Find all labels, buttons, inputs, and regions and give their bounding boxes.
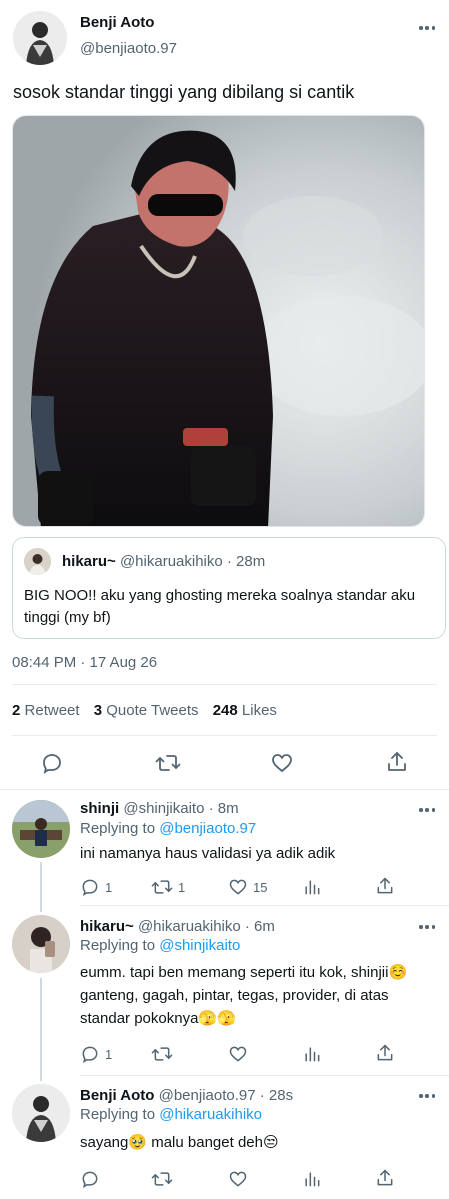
- reply-button[interactable]: 1: [80, 877, 112, 897]
- tweet-text: sosok standar tinggi yang dibilang si ca…: [13, 82, 355, 102]
- retweet-icon: [151, 1172, 173, 1186]
- author-avatar[interactable]: [13, 11, 67, 65]
- more-icon[interactable]: [419, 925, 435, 929]
- reply-meta: @benjiaoto.97 · 28s: [158, 1087, 294, 1104]
- replying-to-link[interactable]: @benjiaoto.97: [159, 820, 256, 837]
- retweet-count: 1: [178, 879, 186, 895]
- tweet-media-image[interactable]: [12, 115, 425, 527]
- quote-author-name: hikaru~: [62, 553, 116, 570]
- like-button[interactable]: [228, 1169, 248, 1189]
- retweet-stat[interactable]: 2 Retweet: [12, 702, 84, 719]
- reply-text: eumm. tapi ben memang seperti itu kok, s…: [80, 964, 408, 1027]
- retweet-button[interactable]: [151, 1044, 173, 1064]
- thread-connector: [40, 978, 42, 1081]
- reply-avatar[interactable]: [12, 1084, 70, 1142]
- likes-stat[interactable]: 248 Likes: [213, 702, 277, 719]
- share-icon[interactable]: [375, 1168, 395, 1188]
- divider: [80, 905, 449, 906]
- like-count: 15: [253, 879, 268, 895]
- reply-icon: [82, 1046, 98, 1064]
- quote-stat[interactable]: 3 Quote Tweets: [94, 702, 203, 719]
- divider: [12, 735, 437, 736]
- reply-avatar[interactable]: [12, 800, 70, 858]
- reply-count: 1: [105, 1046, 113, 1062]
- reply-meta: @shinjikaito · 8m: [123, 800, 239, 817]
- like-button[interactable]: 15: [228, 877, 267, 897]
- analytics-icon[interactable]: [302, 877, 322, 897]
- reply-author-name[interactable]: shinji: [80, 800, 119, 817]
- heart-icon: [229, 1171, 247, 1187]
- reply-icon[interactable]: [40, 751, 64, 780]
- quote-meta: @hikaruakihiko · 28m: [119, 553, 266, 570]
- replying-to-label: Replying to: [80, 820, 156, 837]
- reply-button[interactable]: 1: [80, 1044, 112, 1064]
- reply-avatar[interactable]: [12, 915, 70, 973]
- replying-to-link[interactable]: @hikaruakihiko: [159, 1106, 262, 1123]
- author-handle[interactable]: @benjiaoto.97: [80, 40, 177, 57]
- reply-text: sayang🥹 malu banget deh😒: [80, 1134, 279, 1151]
- heart-icon: [229, 1046, 247, 1062]
- quote-avatar: [24, 548, 51, 575]
- quoted-tweet-card[interactable]: hikaru~ @hikaruakihiko · 28m BIG NOO!! a…: [12, 537, 446, 639]
- replying-to-label: Replying to: [80, 937, 156, 954]
- reply-count: 1: [105, 879, 113, 895]
- analytics-icon[interactable]: [302, 1169, 322, 1189]
- reply-meta: @hikaruakihiko · 6m: [137, 918, 275, 935]
- heart-icon[interactable]: [270, 751, 294, 780]
- author-name[interactable]: Benji Aoto: [80, 14, 154, 31]
- thread-connector: [40, 862, 42, 912]
- reply-text: ini namanya haus validasi ya adik adik: [80, 845, 336, 862]
- reply-button[interactable]: [80, 1169, 100, 1189]
- more-icon[interactable]: [419, 808, 435, 812]
- reply-icon: [82, 1171, 98, 1189]
- divider: [0, 789, 449, 790]
- analytics-icon[interactable]: [302, 1044, 322, 1064]
- stats-row: 2 Retweet 3 Quote Tweets 248 Likes: [12, 702, 277, 719]
- tweet-timestamp[interactable]: 08:44 PM · 17 Aug 26: [12, 654, 157, 671]
- divider: [80, 1075, 449, 1076]
- more-icon[interactable]: [419, 1094, 435, 1098]
- retweet-button[interactable]: [151, 1169, 173, 1189]
- replying-to-label: Replying to: [80, 1106, 156, 1123]
- more-icon[interactable]: [419, 26, 435, 30]
- share-icon[interactable]: [385, 750, 409, 779]
- share-icon[interactable]: [375, 1043, 395, 1063]
- heart-icon: [229, 879, 247, 895]
- like-button[interactable]: [228, 1044, 248, 1064]
- retweet-icon: [151, 1047, 173, 1061]
- divider: [12, 684, 437, 685]
- reply-icon: [82, 879, 98, 897]
- reply-author-name[interactable]: Benji Aoto: [80, 1087, 154, 1104]
- reply-author-name[interactable]: hikaru~: [80, 918, 134, 935]
- replying-to-link[interactable]: @shinjikaito: [159, 937, 240, 954]
- retweet-icon[interactable]: [155, 751, 181, 780]
- quote-text: BIG NOO!! aku yang ghosting mereka soaln…: [24, 587, 416, 626]
- share-icon[interactable]: [375, 876, 395, 896]
- retweet-button[interactable]: 1: [151, 877, 185, 897]
- retweet-icon: [151, 880, 173, 894]
